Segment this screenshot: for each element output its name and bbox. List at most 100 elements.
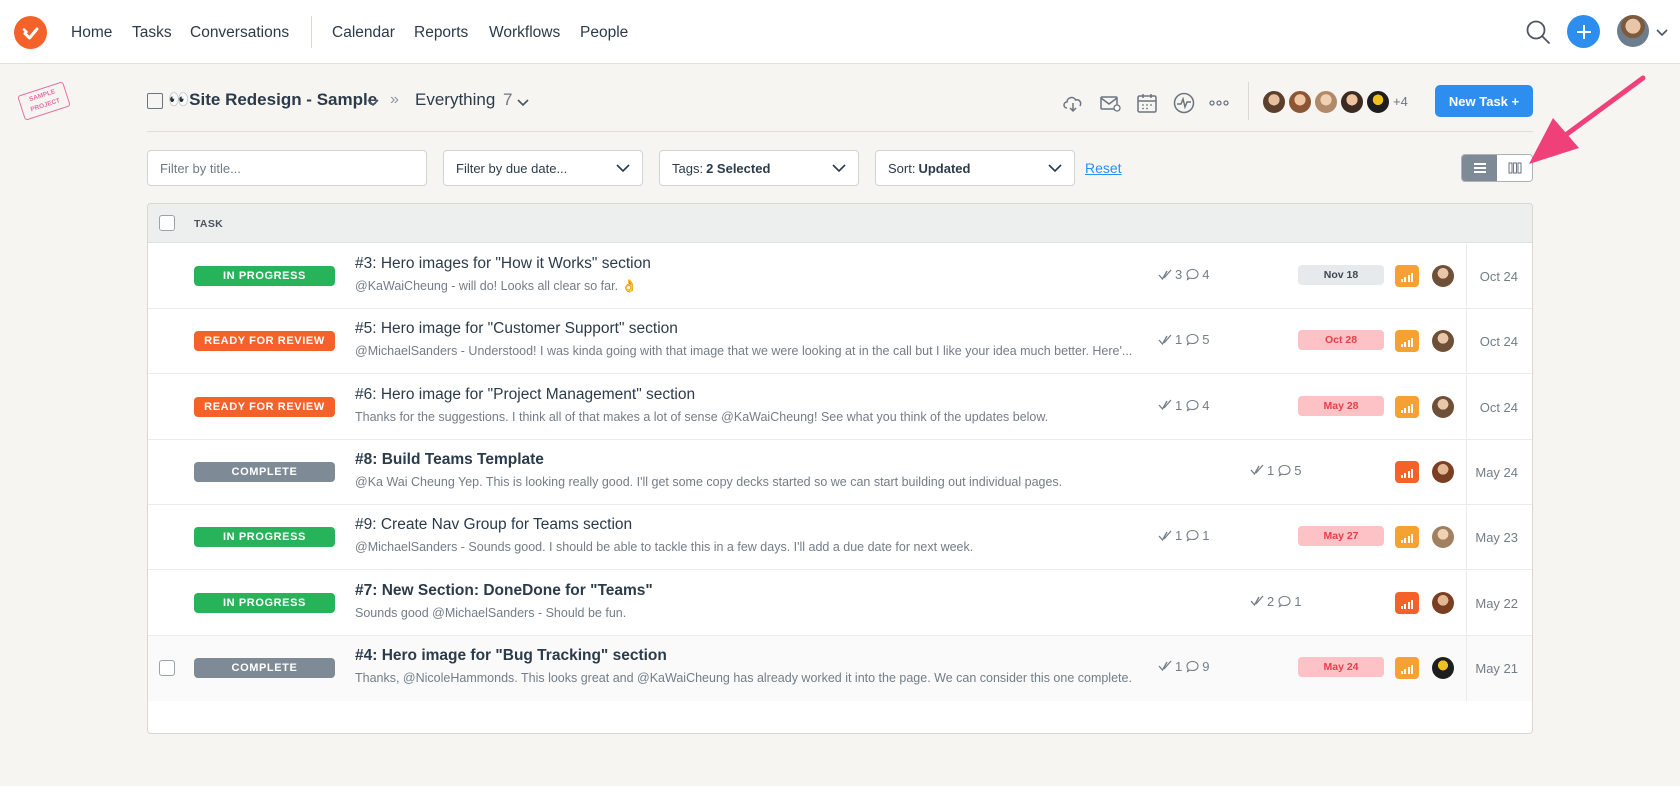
status-badge[interactable]: IN PROGRESS xyxy=(194,527,335,548)
due-date-badge[interactable]: May 28 xyxy=(1298,395,1384,416)
task-title[interactable]: #3: Hero images for "How it Works" secti… xyxy=(355,255,651,273)
member-avatar[interactable] xyxy=(1261,89,1287,115)
table-row[interactable]: COMPLETE #4: Hero image for "Bug Tracking… xyxy=(148,635,1532,701)
status-badge[interactable]: COMPLETE xyxy=(194,461,335,482)
due-date-badge[interactable]: Nov 18 xyxy=(1298,265,1384,285)
comment-count: 5 xyxy=(1294,462,1302,478)
task-snippet: @KaWaiCheung - will do! Looks all clear … xyxy=(355,279,638,293)
assignee-avatar[interactable] xyxy=(1432,656,1454,679)
due-date-filter[interactable]: Filter by due date... xyxy=(443,150,643,186)
due-date-badge[interactable]: Oct 28 xyxy=(1298,330,1384,351)
assignee-avatar[interactable] xyxy=(1432,460,1454,483)
calendar-icon[interactable] xyxy=(1135,91,1159,115)
column-divider xyxy=(1466,244,1467,309)
nav-home[interactable]: Home xyxy=(71,24,112,42)
table-row[interactable]: READY FOR REVIEW #6: Hero image for "Proj… xyxy=(148,374,1532,440)
task-title[interactable]: #5: Hero image for "Customer Support" se… xyxy=(355,320,678,338)
nav-people[interactable]: People xyxy=(580,24,628,42)
assignee-avatar[interactable] xyxy=(1432,265,1454,287)
row-checkbox[interactable] xyxy=(159,659,175,676)
task-counts: 3 4 xyxy=(1158,267,1209,282)
nav-reports[interactable]: Reports xyxy=(414,24,468,42)
checklist-icon xyxy=(1250,595,1264,607)
new-task-button[interactable]: New Task + xyxy=(1435,85,1533,117)
priority-icon[interactable] xyxy=(1395,460,1419,483)
board-view-icon xyxy=(1508,162,1521,174)
status-badge[interactable]: IN PROGRESS xyxy=(194,592,335,613)
priority-icon[interactable] xyxy=(1395,591,1419,614)
due-date-badge[interactable]: May 27 xyxy=(1298,526,1384,547)
nav-conversations[interactable]: Conversations xyxy=(190,24,289,42)
priority-icon[interactable] xyxy=(1395,330,1419,353)
assignee-avatar[interactable] xyxy=(1432,395,1454,418)
priority-icon[interactable] xyxy=(1395,265,1419,287)
task-title[interactable]: #8: Build Teams Template xyxy=(355,451,544,469)
chevron-down-icon xyxy=(1048,164,1062,173)
priority-icon[interactable] xyxy=(1395,395,1419,418)
status-badge[interactable]: IN PROGRESS xyxy=(194,266,335,286)
chevron-down-icon xyxy=(616,164,630,173)
email-notification-icon[interactable] xyxy=(1098,91,1122,115)
member-avatar[interactable] xyxy=(1365,89,1391,115)
task-title[interactable]: #4: Hero image for "Bug Tracking" sectio… xyxy=(355,647,667,665)
tags-filter-label: Tags: xyxy=(672,160,704,176)
due-date-badge[interactable]: May 24 xyxy=(1298,656,1384,677)
activity-icon[interactable] xyxy=(1172,91,1196,115)
checklist-icon xyxy=(1158,530,1172,541)
comment-count: 1 xyxy=(1294,593,1302,609)
title-filter-field[interactable] xyxy=(147,150,427,186)
user-avatar[interactable] xyxy=(1617,15,1649,47)
task-count: 7 xyxy=(503,90,513,109)
more-members-count[interactable]: +4 xyxy=(1393,94,1408,109)
assignee-avatar[interactable] xyxy=(1432,591,1454,614)
updated-date: Oct 24 xyxy=(1479,334,1518,350)
sample-project-stamp: SAMPLE PROJECT xyxy=(17,81,71,121)
nav-workflows[interactable]: Workflows xyxy=(489,24,560,42)
member-avatar[interactable] xyxy=(1339,89,1365,115)
member-avatar[interactable] xyxy=(1313,89,1339,115)
list-view-button[interactable] xyxy=(1462,155,1497,181)
updated-date: May 21 xyxy=(1475,660,1518,676)
priority-icon[interactable] xyxy=(1395,656,1419,679)
header-rule xyxy=(147,131,1533,132)
table-row[interactable]: COMPLETE #8: Build Teams Template @Ka Wai … xyxy=(148,439,1532,505)
member-avatar[interactable] xyxy=(1287,89,1313,115)
task-table: TASK IN PROGRESS #3: Hero images for "How… xyxy=(147,203,1533,734)
status-badge[interactable]: READY FOR REVIEW xyxy=(194,396,335,417)
nav-calendar[interactable]: Calendar xyxy=(332,24,395,42)
table-row[interactable]: IN PROGRESS #9: Create Nav Group for Team… xyxy=(148,505,1532,571)
more-options-icon[interactable] xyxy=(1207,91,1231,115)
reset-filters-link[interactable]: Reset xyxy=(1085,160,1122,176)
project-title[interactable]: 👀Site Redesign - Sample xyxy=(168,90,377,110)
task-title[interactable]: #6: Hero image for "Project Management" … xyxy=(355,386,695,404)
table-row[interactable]: READY FOR REVIEW #5: Hero image for "Cust… xyxy=(148,309,1532,375)
chevron-down-icon[interactable] xyxy=(1654,24,1670,40)
status-badge[interactable]: COMPLETE xyxy=(194,657,335,678)
due-date-filter-label: Filter by due date... xyxy=(456,160,568,176)
cloud-download-icon[interactable] xyxy=(1061,91,1085,115)
checklist-icon xyxy=(1158,660,1172,672)
assignee-avatar[interactable] xyxy=(1432,330,1454,353)
sort-select[interactable]: Sort: Updated xyxy=(875,150,1075,186)
donedone-logo-icon[interactable] xyxy=(14,16,47,49)
table-row[interactable]: IN PROGRESS #7: New Section: DoneDone for… xyxy=(148,570,1532,636)
select-all-checkbox[interactable] xyxy=(159,215,175,231)
list-view-icon xyxy=(1473,163,1486,173)
quick-add-button[interactable] xyxy=(1567,15,1600,48)
view-toggle xyxy=(1461,154,1533,182)
title-filter-input[interactable] xyxy=(160,160,380,176)
chevron-down-icon[interactable] xyxy=(367,95,379,113)
status-badge[interactable]: READY FOR REVIEW xyxy=(194,331,335,352)
chevron-down-icon[interactable] xyxy=(517,95,529,113)
nav-tasks[interactable]: Tasks xyxy=(132,24,172,42)
table-row[interactable]: IN PROGRESS #3: Hero images for "How it W… xyxy=(148,244,1532,309)
tags-filter[interactable]: Tags: 2 Selected xyxy=(659,150,859,186)
search-icon[interactable] xyxy=(1524,18,1552,46)
priority-icon[interactable] xyxy=(1395,526,1419,549)
view-title[interactable]: Everything xyxy=(415,90,495,110)
assignee-avatar[interactable] xyxy=(1432,526,1454,549)
column-divider xyxy=(1466,374,1467,440)
task-title[interactable]: #9: Create Nav Group for Teams section xyxy=(355,516,632,534)
task-title[interactable]: #7: New Section: DoneDone for "Teams" xyxy=(355,582,653,600)
annotation-arrow-icon xyxy=(1529,75,1646,164)
